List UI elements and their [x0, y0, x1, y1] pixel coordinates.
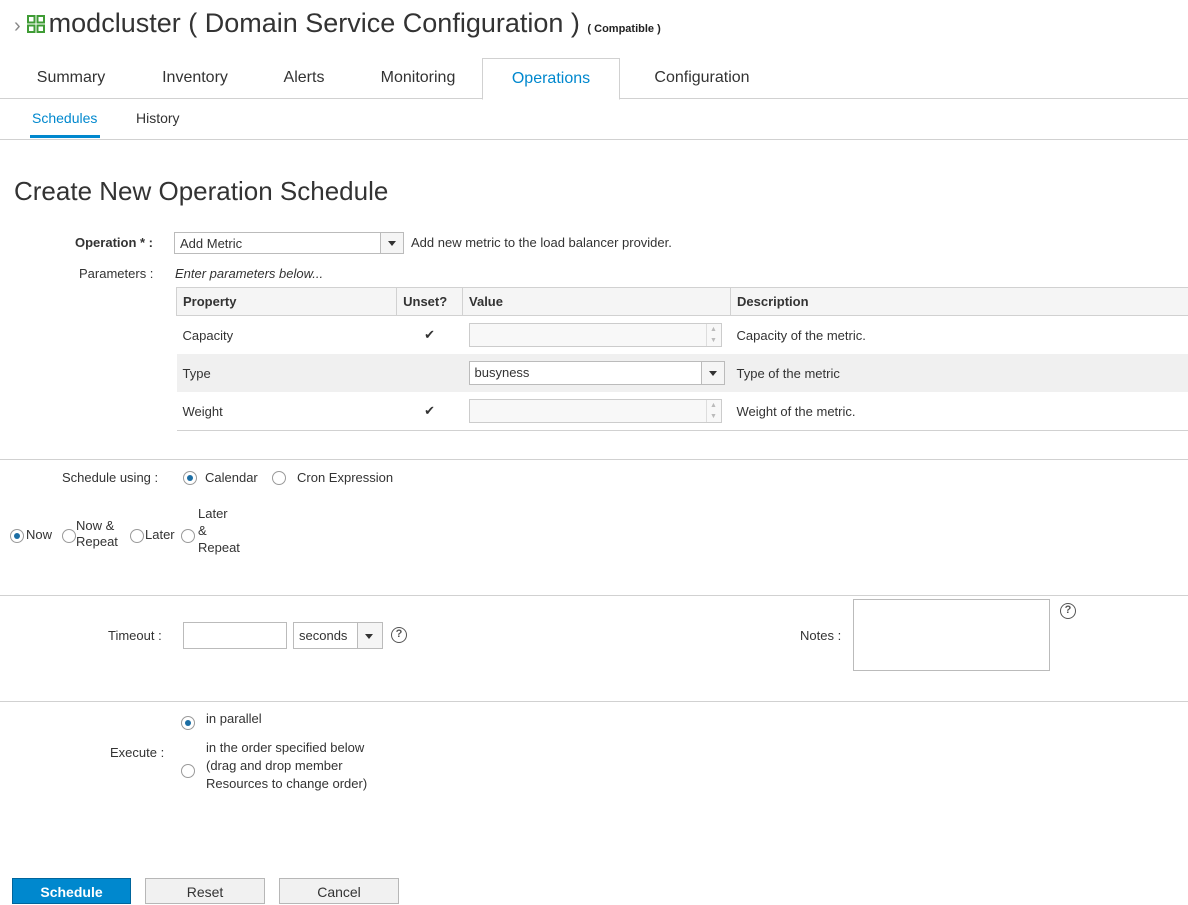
- table-row: Type busyness Type of the metric: [177, 354, 1188, 392]
- calendar-radio-label[interactable]: Calendar: [205, 470, 258, 485]
- help-icon[interactable]: ?: [1060, 603, 1076, 619]
- now-repeat-radio[interactable]: [62, 529, 76, 543]
- unset-checkmark[interactable]: ✔: [397, 392, 463, 431]
- tab-operations[interactable]: Operations: [482, 58, 620, 100]
- in-order-radio[interactable]: [181, 764, 195, 778]
- section-divider: [0, 701, 1188, 702]
- timeout-unit-value: seconds: [299, 628, 347, 643]
- chevron-down-icon: [701, 362, 724, 384]
- operation-description: Add new metric to the load balancer prov…: [411, 235, 672, 250]
- table-row: Weight ✔ ▲▼ Weight of the metric.: [177, 392, 1188, 431]
- later-radio[interactable]: [130, 529, 144, 543]
- notes-label: Notes :: [800, 628, 841, 643]
- compatible-badge: ( Compatible ): [587, 23, 660, 35]
- breadcrumb-chevron: ›: [14, 15, 21, 37]
- column-header-description: Description: [731, 288, 1188, 316]
- timeout-unit-select[interactable]: seconds: [293, 622, 383, 649]
- now-repeat-label[interactable]: Now &Repeat: [76, 518, 118, 550]
- tab-configuration[interactable]: Configuration: [632, 58, 772, 98]
- help-icon[interactable]: ?: [391, 627, 407, 643]
- section-divider: [0, 595, 1188, 596]
- timeout-label: Timeout :: [108, 628, 162, 643]
- operation-select[interactable]: Add Metric: [174, 232, 404, 254]
- column-header-property: Property: [177, 288, 397, 316]
- tab-alerts[interactable]: Alerts: [264, 58, 344, 98]
- cron-expression-radio[interactable]: [272, 471, 286, 485]
- tab-monitoring[interactable]: Monitoring: [358, 58, 478, 98]
- cron-expression-label[interactable]: Cron Expression: [297, 470, 393, 485]
- unset-checkmark[interactable]: [397, 354, 463, 392]
- column-header-unset: Unset?: [397, 288, 463, 316]
- notes-textarea[interactable]: [853, 599, 1050, 671]
- operation-label: Operation * :: [75, 235, 153, 250]
- now-radio[interactable]: [10, 529, 24, 543]
- parameters-table: Property Unset? Value Description Capaci…: [176, 287, 1188, 431]
- sub-tabs: Schedules History: [0, 98, 1188, 140]
- column-header-value: Value: [463, 288, 731, 316]
- chevron-down-icon: [357, 623, 382, 648]
- property-description: Type of the metric: [731, 354, 1188, 392]
- later-label[interactable]: Later: [145, 527, 175, 542]
- weight-input[interactable]: ▲▼: [469, 399, 722, 423]
- type-select-value: busyness: [475, 365, 530, 380]
- schedule-button[interactable]: Schedule: [12, 878, 131, 904]
- type-select[interactable]: busyness: [469, 361, 725, 385]
- schedule-using-label: Schedule using :: [62, 470, 158, 485]
- later-repeat-radio[interactable]: [181, 529, 195, 543]
- property-name: Type: [177, 354, 397, 392]
- capacity-input[interactable]: ▲▼: [469, 323, 722, 347]
- later-repeat-label[interactable]: Later&Repeat: [198, 505, 240, 556]
- operation-select-value: Add Metric: [180, 236, 242, 251]
- cancel-button[interactable]: Cancel: [279, 878, 399, 904]
- section-divider: [0, 459, 1188, 460]
- resource-title: modcluster ( Domain Service Configuratio…: [49, 8, 580, 38]
- in-order-label[interactable]: in the order specified below(drag and dr…: [206, 739, 367, 793]
- spinner-arrows-icon[interactable]: ▲▼: [706, 324, 721, 346]
- property-name: Weight: [177, 392, 397, 431]
- spinner-arrows-icon[interactable]: ▲▼: [706, 400, 721, 422]
- group-grid-icon: [27, 15, 45, 33]
- execute-label: Execute :: [110, 745, 164, 760]
- parameters-hint: Enter parameters below...: [175, 266, 323, 281]
- in-parallel-radio[interactable]: [181, 716, 195, 730]
- tab-summary[interactable]: Summary: [18, 58, 124, 98]
- table-row: Capacity ✔ ▲▼ Capacity of the metric.: [177, 316, 1188, 355]
- table-header-row: Property Unset? Value Description: [177, 288, 1188, 316]
- subtab-schedules[interactable]: Schedules: [32, 110, 97, 126]
- property-description: Capacity of the metric.: [731, 316, 1188, 355]
- in-parallel-label[interactable]: in parallel: [206, 711, 262, 726]
- tab-inventory[interactable]: Inventory: [140, 58, 250, 98]
- page-title: › modcluster ( Domain Service Configurati…: [14, 8, 661, 39]
- reset-button[interactable]: Reset: [145, 878, 265, 904]
- timeout-input[interactable]: [183, 622, 287, 649]
- form-heading: Create New Operation Schedule: [14, 176, 388, 207]
- active-subtab-indicator: [30, 135, 100, 138]
- now-label[interactable]: Now: [26, 527, 52, 542]
- parameters-label: Parameters :: [79, 266, 153, 281]
- subtab-history[interactable]: History: [136, 110, 180, 126]
- property-name: Capacity: [177, 316, 397, 355]
- property-description: Weight of the metric.: [731, 392, 1188, 431]
- calendar-radio[interactable]: [183, 471, 197, 485]
- main-tabs: Summary Inventory Alerts Monitoring Oper…: [0, 58, 1188, 99]
- chevron-down-icon: [380, 233, 403, 253]
- unset-checkmark[interactable]: ✔: [397, 316, 463, 355]
